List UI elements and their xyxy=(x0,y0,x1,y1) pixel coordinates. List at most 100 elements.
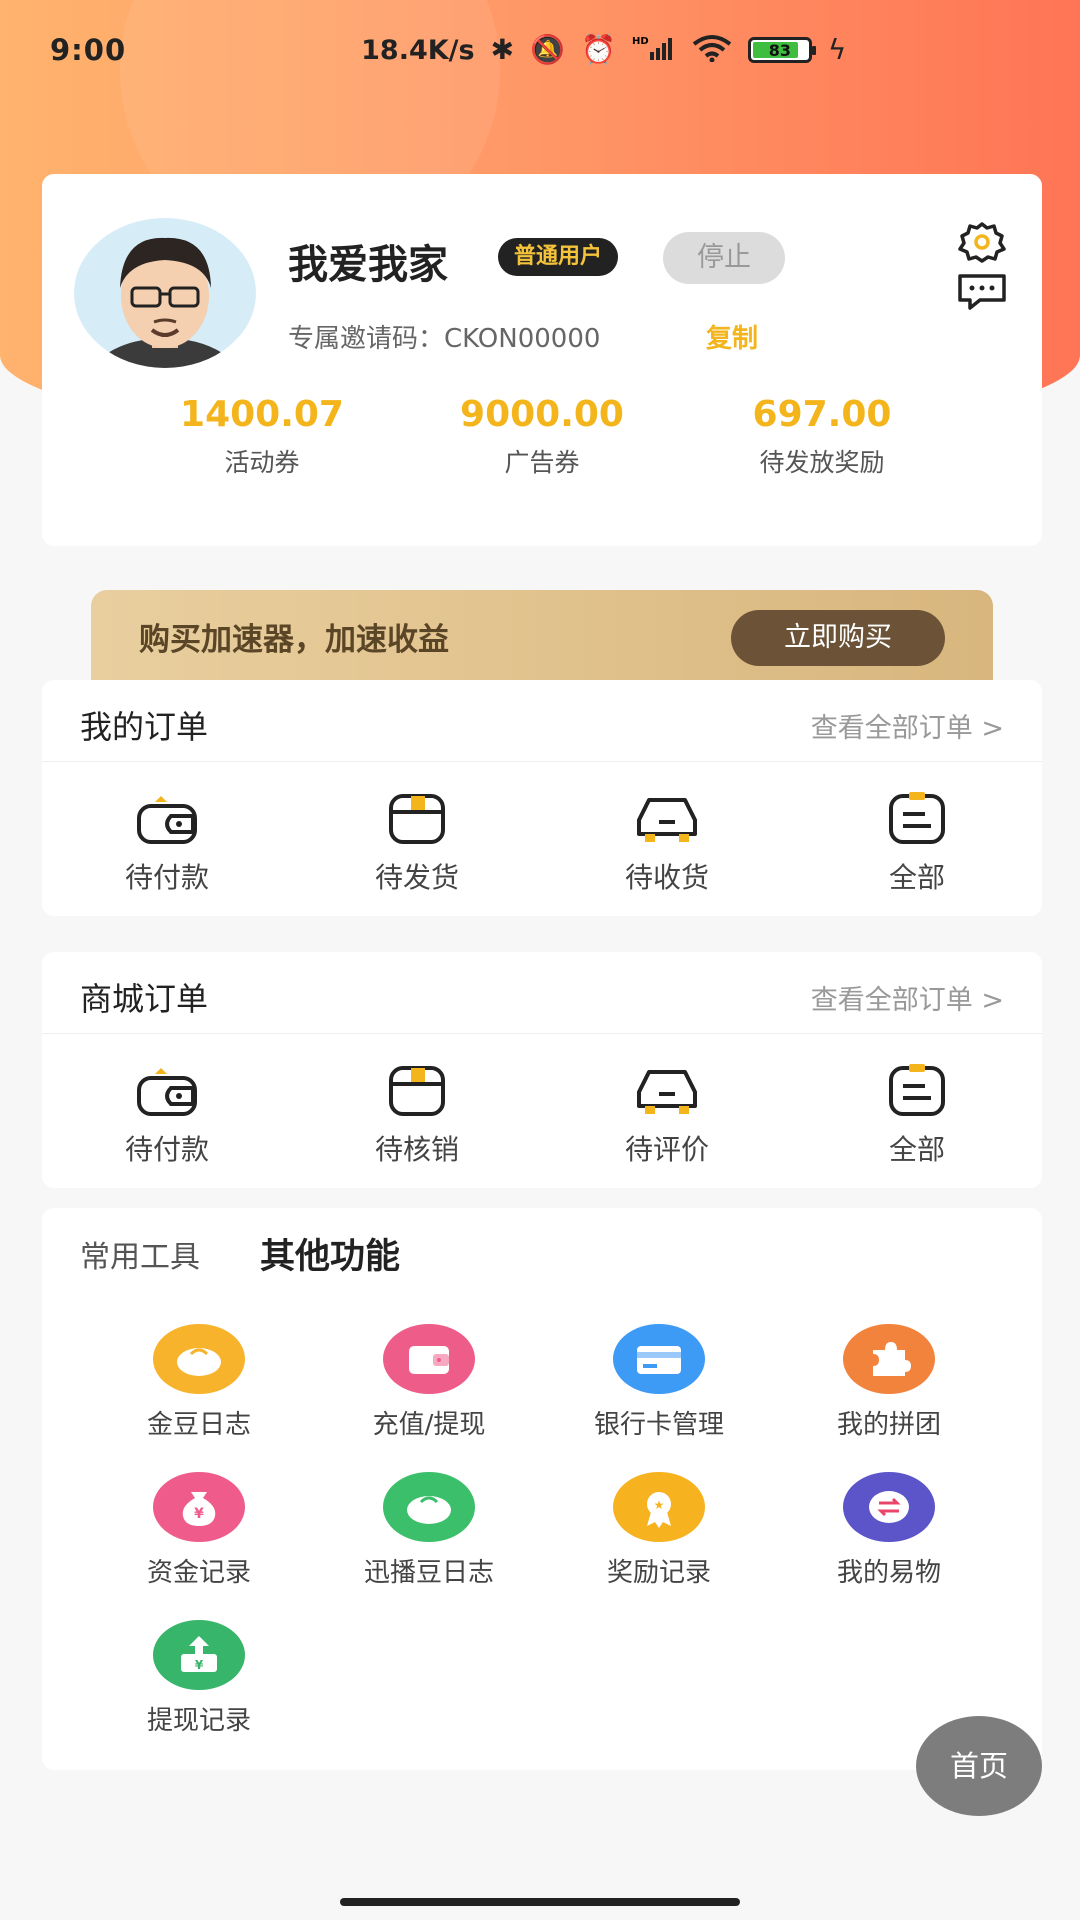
wallet-icon xyxy=(383,1324,475,1394)
bluetooth-icon: ✱ xyxy=(490,33,515,66)
tool-grid: 金豆日志 充值/提现 银行卡管理 我的拼团 ¥ 资金记录 迅播豆日志 ★ 奖励记… xyxy=(42,1324,1042,1768)
wallet-icon xyxy=(137,1068,197,1116)
order-label: 待付款 xyxy=(124,1133,209,1166)
mall-order-pending-verify[interactable]: 待核销 xyxy=(302,1060,532,1168)
view-all-mall-orders-link[interactable]: 查看全部订单 > xyxy=(811,978,1004,1017)
tab-other-functions[interactable]: 其他功能 xyxy=(260,1228,400,1279)
order-pending-shipment[interactable]: 待发货 xyxy=(302,788,532,896)
tool-withdraw-record[interactable]: ¥ 提现记录 xyxy=(84,1620,314,1768)
tool-my-barter[interactable]: 我的易物 xyxy=(774,1472,1004,1620)
tool-gold-bean-log[interactable]: 金豆日志 xyxy=(84,1324,314,1472)
exchange-icon xyxy=(843,1472,935,1542)
invite-code: 专属邀请码：CKON00000 xyxy=(288,324,601,354)
tool-fund-record[interactable]: ¥ 资金记录 xyxy=(84,1472,314,1620)
battery-icon: 83 xyxy=(747,37,816,63)
stat-activity-voucher[interactable]: 1400.07 活动券 xyxy=(122,394,402,479)
tool-label: 资金记录 xyxy=(146,1558,251,1588)
gear-icon[interactable] xyxy=(952,220,1012,264)
tool-bank-card[interactable]: 银行卡管理 xyxy=(544,1324,774,1472)
section-title: 我的订单 xyxy=(80,708,209,746)
bank-card-icon xyxy=(613,1324,705,1394)
withdraw-icon: ¥ xyxy=(153,1620,245,1690)
tool-label: 奖励记录 xyxy=(606,1558,711,1588)
stat-ad-voucher[interactable]: 9000.00 广告券 xyxy=(402,394,682,479)
car-icon xyxy=(637,798,697,842)
stat-label: 待发放奖励 xyxy=(759,448,885,477)
tool-xunbo-bean-log[interactable]: 迅播豆日志 xyxy=(314,1472,544,1620)
stats-row: 1400.07 活动券 9000.00 广告券 697.00 待发放奖励 xyxy=(122,394,962,479)
order-label: 全部 xyxy=(888,1133,945,1166)
tool-my-group-buy[interactable]: 我的拼团 xyxy=(774,1324,1004,1472)
view-all-orders-link[interactable]: 查看全部订单 > xyxy=(811,706,1004,745)
message-icon[interactable] xyxy=(956,272,1008,312)
avatar[interactable] xyxy=(74,218,256,368)
order-pending-receipt[interactable]: 待收货 xyxy=(552,788,782,896)
status-time: 9:00 xyxy=(50,33,127,67)
svg-text:¥: ¥ xyxy=(195,1658,204,1672)
car-icon xyxy=(637,1070,697,1114)
green-bean-icon xyxy=(383,1472,475,1542)
order-label: 待核销 xyxy=(374,1133,459,1166)
username: 我爱我家 xyxy=(288,242,448,288)
svg-text:¥: ¥ xyxy=(194,1506,204,1522)
box-icon xyxy=(389,1066,445,1116)
order-all[interactable]: 全部 xyxy=(802,788,1032,896)
my-orders-header: 我的订单 查看全部订单 > xyxy=(42,680,1042,762)
tool-label: 我的易物 xyxy=(836,1558,941,1588)
user-level-badge: 普通用户 xyxy=(498,238,619,276)
wallet-icon xyxy=(137,796,197,844)
tool-label: 我的拼团 xyxy=(836,1410,941,1440)
svg-text:HD: HD xyxy=(632,36,649,47)
tool-label: 金豆日志 xyxy=(146,1410,251,1440)
stop-button[interactable]: 停止 xyxy=(663,232,785,284)
tool-reward-record[interactable]: ★ 奖励记录 xyxy=(544,1472,774,1620)
battery-level: 83 xyxy=(768,40,791,60)
stat-label: 活动券 xyxy=(224,448,300,477)
stat-pending-reward[interactable]: 697.00 待发放奖励 xyxy=(682,394,962,479)
box-icon xyxy=(389,794,445,844)
stat-label: 广告券 xyxy=(504,448,580,477)
mall-order-pending-payment[interactable]: 待付款 xyxy=(52,1060,282,1168)
network-speed: 18.4K/s xyxy=(361,34,475,66)
order-label: 待评价 xyxy=(624,1133,709,1166)
order-label: 待发货 xyxy=(374,861,459,894)
section-title: 商城订单 xyxy=(80,980,209,1018)
mall-order-pending-review[interactable]: 待评价 xyxy=(552,1060,782,1168)
tool-recharge-withdraw[interactable]: 充值/提现 xyxy=(314,1324,544,1472)
home-button[interactable]: 首页 xyxy=(916,1716,1042,1816)
copy-button[interactable]: 复制 xyxy=(706,318,758,355)
order-pending-payment[interactable]: 待付款 xyxy=(52,788,282,896)
buy-now-button[interactable]: 立即购买 xyxy=(731,610,945,666)
wifi-icon xyxy=(692,34,732,67)
mute-icon: 🔕 xyxy=(530,33,565,66)
money-bag-icon: ¥ xyxy=(153,1472,245,1542)
status-bar: 9:00 18.4K/s ✱ 🔕 ⏰ HD 83 ϟ xyxy=(0,0,1080,100)
mall-orders-header: 商城订单 查看全部订单 > xyxy=(42,952,1042,1034)
alarm-icon: ⏰ xyxy=(580,33,616,66)
order-label: 全部 xyxy=(888,861,945,894)
home-indicator[interactable] xyxy=(340,1898,740,1906)
stat-value: 9000.00 xyxy=(460,394,624,435)
list-icon xyxy=(889,792,945,844)
mall-order-all[interactable]: 全部 xyxy=(802,1060,1032,1168)
tab-common-tools[interactable]: 常用工具 xyxy=(80,1232,200,1276)
tool-label: 提现记录 xyxy=(146,1706,251,1736)
tool-label: 迅播豆日志 xyxy=(363,1558,494,1588)
charging-icon: ϟ xyxy=(827,33,847,66)
tools-card: 常用工具 其他功能 金豆日志 充值/提现 银行卡管理 我的拼团 ¥ 资金记录 迅… xyxy=(42,1208,1042,1770)
gold-bean-icon xyxy=(153,1324,245,1394)
signal-icon: HD xyxy=(632,34,676,67)
order-label: 待收货 xyxy=(624,861,709,894)
promo-text: 购买加速器，加速收益 xyxy=(139,622,449,658)
list-icon xyxy=(889,1064,945,1116)
mall-orders-card: 商城订单 查看全部订单 > 待付款 待核销 待评价 全部 xyxy=(42,952,1042,1188)
tool-label: 银行卡管理 xyxy=(593,1410,724,1440)
svg-text:★: ★ xyxy=(654,1498,665,1512)
tool-label: 充值/提现 xyxy=(372,1410,486,1440)
profile-card: 我爱我家 普通用户 停止 专属邀请码：CKON00000 复制 1400.07 … xyxy=(42,174,1042,546)
accelerator-promo-banner[interactable]: 购买加速器，加速收益 立即购买 xyxy=(91,590,993,680)
award-icon: ★ xyxy=(613,1472,705,1542)
stat-value: 1400.07 xyxy=(180,394,344,435)
stat-value: 697.00 xyxy=(752,394,892,435)
order-label: 待付款 xyxy=(124,861,209,894)
